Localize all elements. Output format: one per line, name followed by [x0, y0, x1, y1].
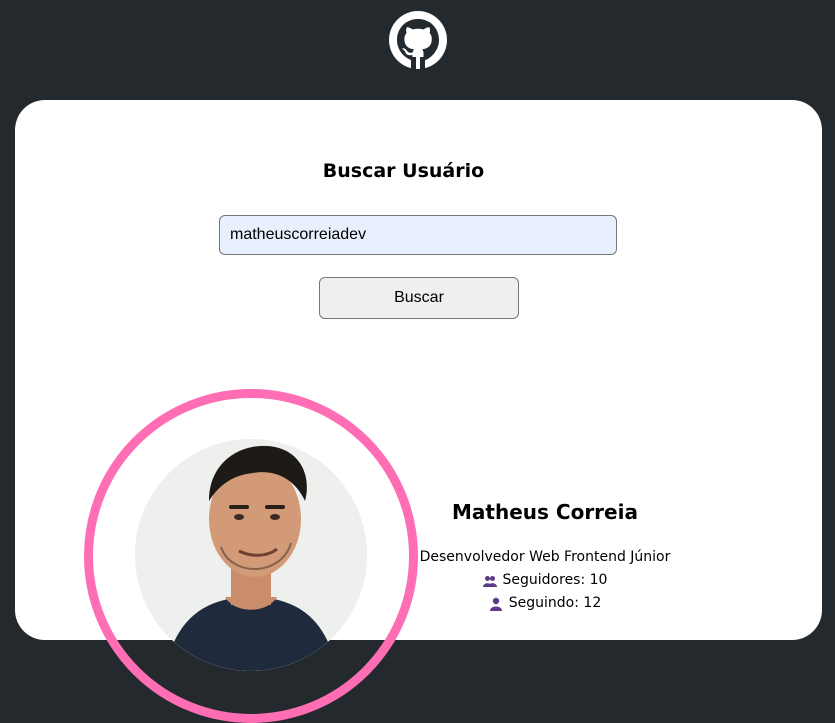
users-icon	[482, 575, 497, 587]
user-icon	[489, 597, 502, 611]
app-header	[0, 0, 835, 100]
github-icon[interactable]	[389, 11, 447, 69]
profile-name: Matheus Correia	[452, 500, 638, 524]
profile-bio: Desenvolvedor Web Frontend Júnior	[419, 549, 671, 565]
username-search-input[interactable]	[219, 215, 617, 255]
following-label: Seguindo: 12	[508, 595, 602, 611]
search-title: Buscar Usuário	[322, 160, 485, 182]
avatar-photo	[135, 439, 367, 671]
profile-info: Matheus Correia Desenvolvedor Web Fronte…	[400, 498, 690, 615]
search-button[interactable]: Buscar	[319, 277, 519, 319]
avatar	[135, 439, 367, 671]
followers-label: Seguidores: 10	[502, 572, 608, 588]
following-stat: Seguindo: 12	[400, 592, 690, 615]
followers-stat: Seguidores: 10	[400, 569, 690, 592]
